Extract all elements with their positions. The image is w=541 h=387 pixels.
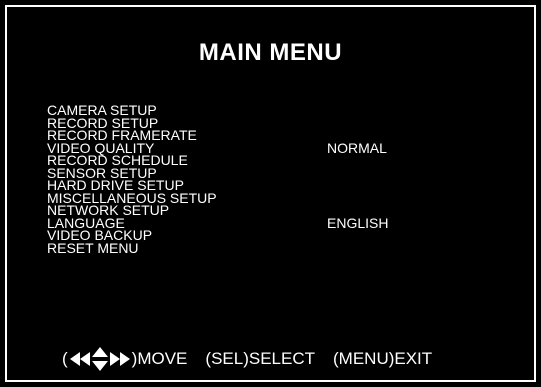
left-left-arrows-icon [69,352,92,366]
main-menu-list: CAMERA SETUP RECORD SETUP RECORD FRAMERA… [47,103,467,256]
menu-item-label: RESET MENU [47,239,139,256]
menu-frame: MAIN MENU CAMERA SETUP RECORD SETUP RECO… [5,5,536,382]
direction-arrows [69,347,130,371]
menu-item-reset-menu[interactable]: RESET MENU [47,239,467,256]
right-right-arrows-icon [108,352,130,366]
video-quality-value: NORMAL [327,139,387,156]
up-down-arrows-icon [91,347,108,371]
page-title: MAIN MENU [198,39,343,66]
help-open-paren: ( [62,349,68,368]
help-select-label: (SEL)SELECT [205,349,315,368]
language-value: ENGLISH [327,214,389,231]
help-move-label: )MOVE [131,349,188,368]
key-help-bar: ( )MOVE (SEL)SELECT (MENU)EXIT [62,347,432,371]
help-exit-label: (MENU)EXIT [333,349,433,368]
